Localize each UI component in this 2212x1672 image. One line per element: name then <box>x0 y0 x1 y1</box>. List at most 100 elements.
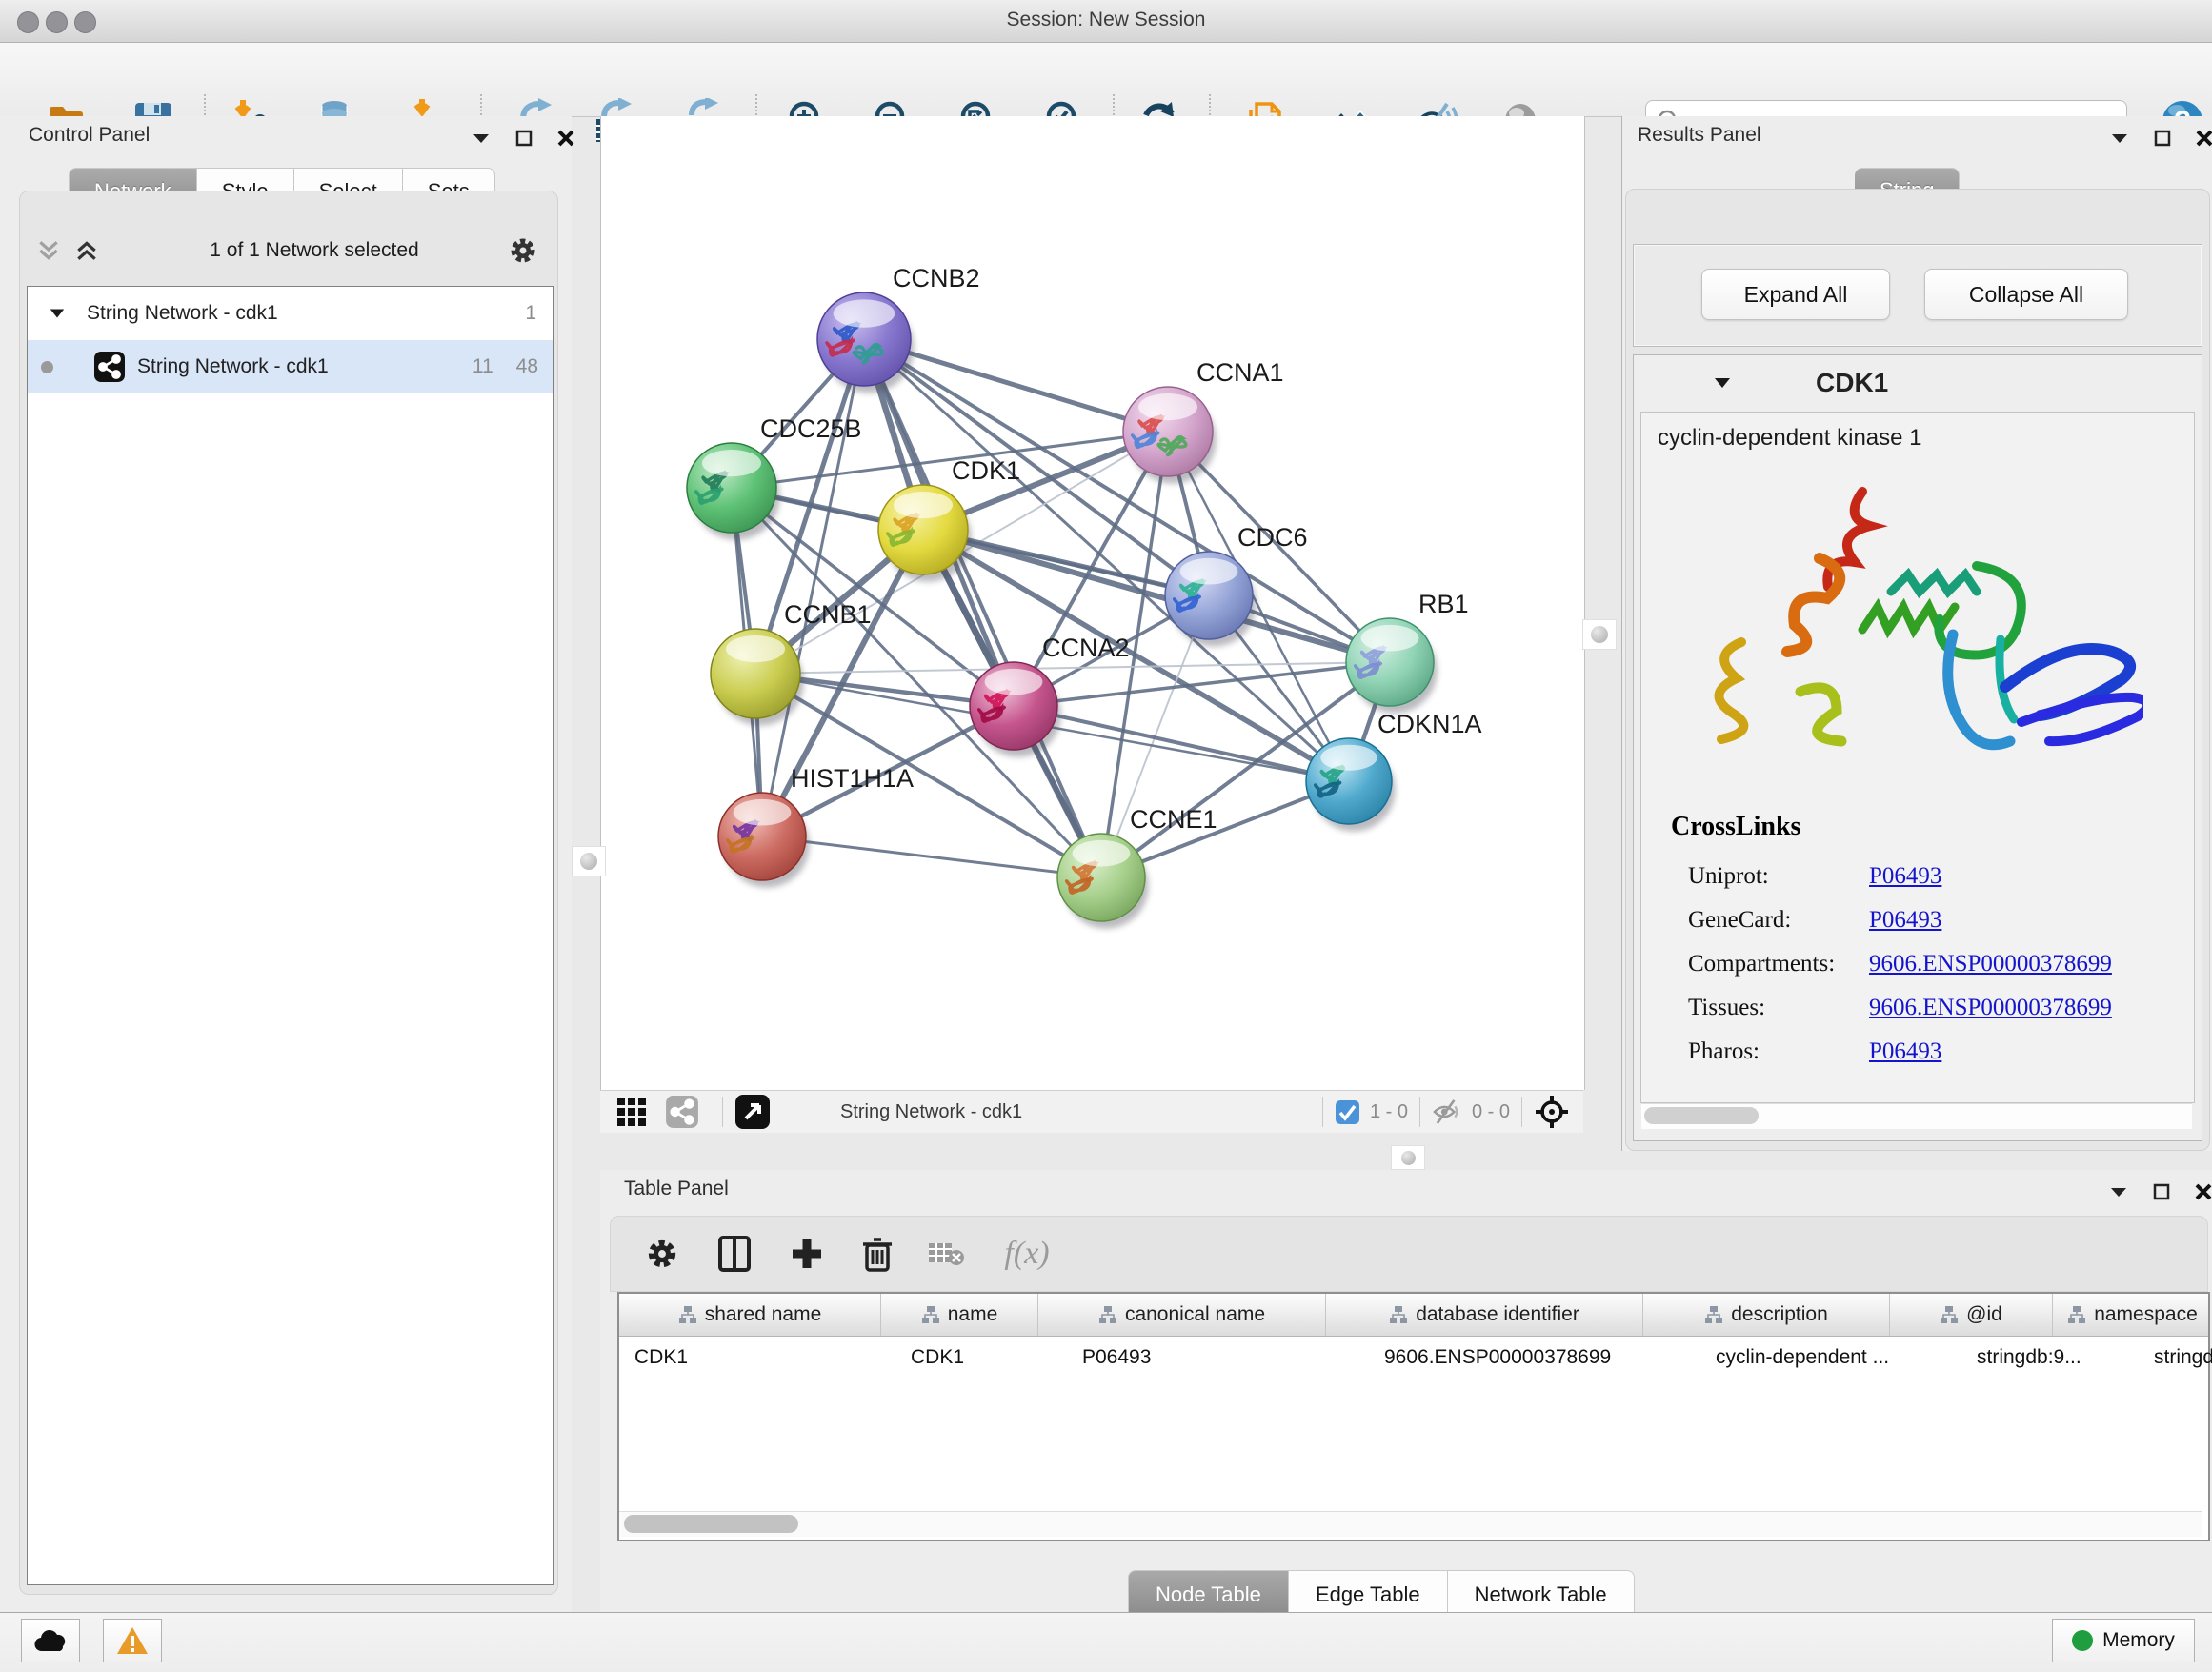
network-edge-CCNA2-CDKN1A[interactable] <box>1014 706 1349 781</box>
expand-all-button[interactable]: Expand All <box>1701 269 1890 320</box>
network-node-CCNE1[interactable] <box>1057 834 1149 929</box>
collapse-all-icon[interactable] <box>36 238 61 263</box>
float-panel-icon[interactable] <box>2153 1183 2170 1200</box>
crosslink-value-link[interactable]: 9606.ENSP00000378699 <box>1869 951 2112 977</box>
column-label: shared name <box>705 1303 822 1326</box>
crosslink-value-link[interactable]: P06493 <box>1869 863 1941 890</box>
table-header-row: shared name namecanonical namedatabase id… <box>619 1294 2208 1337</box>
network-graph[interactable]: CCNB2CCNA1CDC25BCDK1CDC6RB1CCNB1CCNA2CDK… <box>601 116 1584 1090</box>
left-splitter-handle[interactable] <box>572 846 606 876</box>
function-builder-button[interactable]: f(x) <box>984 1227 1070 1280</box>
horizontal-splitter-handle[interactable] <box>1391 1145 1425 1170</box>
hidden-eye-icon[interactable] <box>1432 1098 1462 1125</box>
network-node-CDC25B[interactable] <box>687 443 780 540</box>
network-node-CDKN1A[interactable] <box>1306 738 1396 832</box>
table-row[interactable]: CDK1CDK1P064939606.ENSP00000378699cyclin… <box>619 1337 2208 1379</box>
float-panel-icon[interactable] <box>2154 130 2171 147</box>
grid-view-icon[interactable] <box>615 1096 648 1128</box>
network-collection-row[interactable]: String Network - cdk1 1 <box>28 287 553 340</box>
network-node-CCNA1[interactable] <box>1123 387 1217 484</box>
table-header-canonical-name[interactable]: canonical name <box>1038 1294 1326 1336</box>
right-splitter-handle[interactable] <box>1582 619 1617 650</box>
crosslink-label: Uniprot: <box>1688 863 1769 889</box>
entry-expander-icon[interactable] <box>1713 376 1732 390</box>
network-row-selected[interactable]: String Network - cdk1 11 48 <box>28 340 553 393</box>
table-cell[interactable]: CDK1 <box>619 1337 895 1379</box>
network-node-CDC6[interactable] <box>1165 552 1257 647</box>
network-node-HIST1H1A[interactable] <box>718 793 810 888</box>
network-label: String Network - cdk1 <box>137 355 329 378</box>
table-cell[interactable]: cyclin-dependent ... <box>1700 1337 1961 1379</box>
float-panel-icon[interactable] <box>515 130 533 147</box>
collapse-all-button[interactable]: Collapse All <box>1924 269 2128 320</box>
crosslink-row: Uniprot: P06493 <box>1688 863 2183 890</box>
statusbar-divider <box>1322 1097 1323 1127</box>
center-view-crosshair-icon[interactable] <box>1534 1094 1570 1130</box>
gene-entry-header[interactable]: CDK1 <box>1635 358 2199 408</box>
table-cell[interactable]: stringdb <box>2139 1337 2212 1379</box>
table-cell[interactable]: 9606.ENSP00000378699 <box>1369 1337 1700 1379</box>
table-settings-button[interactable] <box>633 1227 691 1280</box>
panel-menu-icon[interactable] <box>2110 131 2129 145</box>
node-label-CCNB1: CCNB1 <box>784 600 872 629</box>
column-type-icon <box>1940 1305 1959 1324</box>
table-header--id[interactable]: @id <box>1890 1294 2053 1336</box>
delete-table-button[interactable] <box>917 1227 975 1280</box>
table-panel-title: Table Panel <box>624 1178 729 1200</box>
network-edge-HIST1H1A-CCNE1[interactable] <box>762 836 1101 877</box>
node-label-CCNA1: CCNA1 <box>1196 358 1284 387</box>
table-cell[interactable]: P06493 <box>1067 1337 1369 1379</box>
close-panel-icon[interactable] <box>557 130 574 147</box>
fx-icon: f(x) <box>1004 1236 1049 1272</box>
tasks-cloud-button[interactable] <box>21 1619 80 1662</box>
crosslink-label: Pharos: <box>1688 1038 1760 1064</box>
memory-button[interactable]: Memory <box>2052 1619 2195 1662</box>
table-hscroll-thumb[interactable] <box>624 1515 798 1533</box>
network-share-icon <box>93 351 126 383</box>
warnings-button[interactable] <box>103 1619 162 1662</box>
results-panel-title: Results Panel <box>1638 124 1761 147</box>
birds-eye-view-icon[interactable] <box>734 1094 771 1130</box>
network-node-CCNA2[interactable] <box>970 662 1061 757</box>
cloud-icon <box>33 1628 68 1653</box>
window-title: Session: New Session <box>0 9 2212 31</box>
memory-status-dot <box>2072 1630 2093 1651</box>
collection-expander-icon[interactable] <box>49 307 66 320</box>
network-node-CDK1[interactable] <box>878 485 972 582</box>
network-tree: String Network - cdk1 1 String Network -… <box>27 286 554 1585</box>
table-header-database-identifier[interactable]: database identifier <box>1326 1294 1643 1336</box>
node-label-RB1: RB1 <box>1418 590 1469 618</box>
table-cell[interactable]: CDK1 <box>895 1337 1067 1379</box>
network-selection-status: 1 of 1 Network selected <box>143 239 486 262</box>
expand-all-icon[interactable] <box>74 238 99 263</box>
network-canvas[interactable]: CCNB2CCNA1CDC25BCDK1CDC6RB1CCNB1CCNA2CDK… <box>600 116 1585 1090</box>
close-panel-icon[interactable] <box>2196 130 2212 147</box>
plus-icon <box>790 1237 824 1271</box>
network-node-RB1[interactable] <box>1346 618 1438 714</box>
panel-menu-icon[interactable] <box>472 131 491 145</box>
table-header-name[interactable]: name <box>881 1294 1038 1336</box>
node-label-HIST1H1A: HIST1H1A <box>791 764 914 793</box>
table-cell[interactable]: stringdb:9... <box>1961 1337 2139 1379</box>
results-scroll-thumb[interactable] <box>1644 1107 1759 1124</box>
network-options-gear-icon[interactable] <box>509 236 537 265</box>
crosslink-value-link[interactable]: 9606.ENSP00000378699 <box>1869 995 2112 1021</box>
table-header-shared-name[interactable]: shared name <box>619 1294 881 1336</box>
table-hscroll-track[interactable] <box>619 1511 2202 1537</box>
table-header-namespace[interactable]: namespace <box>2053 1294 2212 1336</box>
node-table: shared name namecanonical namedatabase id… <box>617 1292 2210 1541</box>
delete-column-button[interactable] <box>849 1227 906 1280</box>
show-columns-button[interactable] <box>706 1227 763 1280</box>
network-edge-CDK1-RB1[interactable] <box>923 530 1390 662</box>
selected-checkbox-icon[interactable] <box>1335 1099 1360 1125</box>
share-view-icon[interactable] <box>665 1095 699 1129</box>
network-edge-CCNB2-CCNE1[interactable] <box>864 339 1101 877</box>
panel-menu-icon[interactable] <box>2109 1185 2128 1199</box>
table-header-description[interactable]: description <box>1643 1294 1890 1336</box>
crosslink-value-link[interactable]: P06493 <box>1869 1038 1941 1065</box>
close-panel-icon[interactable] <box>2195 1183 2212 1200</box>
hidden-node-edge-counts: 0 - 0 <box>1472 1101 1510 1123</box>
column-type-icon <box>678 1305 697 1324</box>
crosslink-value-link[interactable]: P06493 <box>1869 907 1941 934</box>
add-column-button[interactable] <box>778 1227 835 1280</box>
